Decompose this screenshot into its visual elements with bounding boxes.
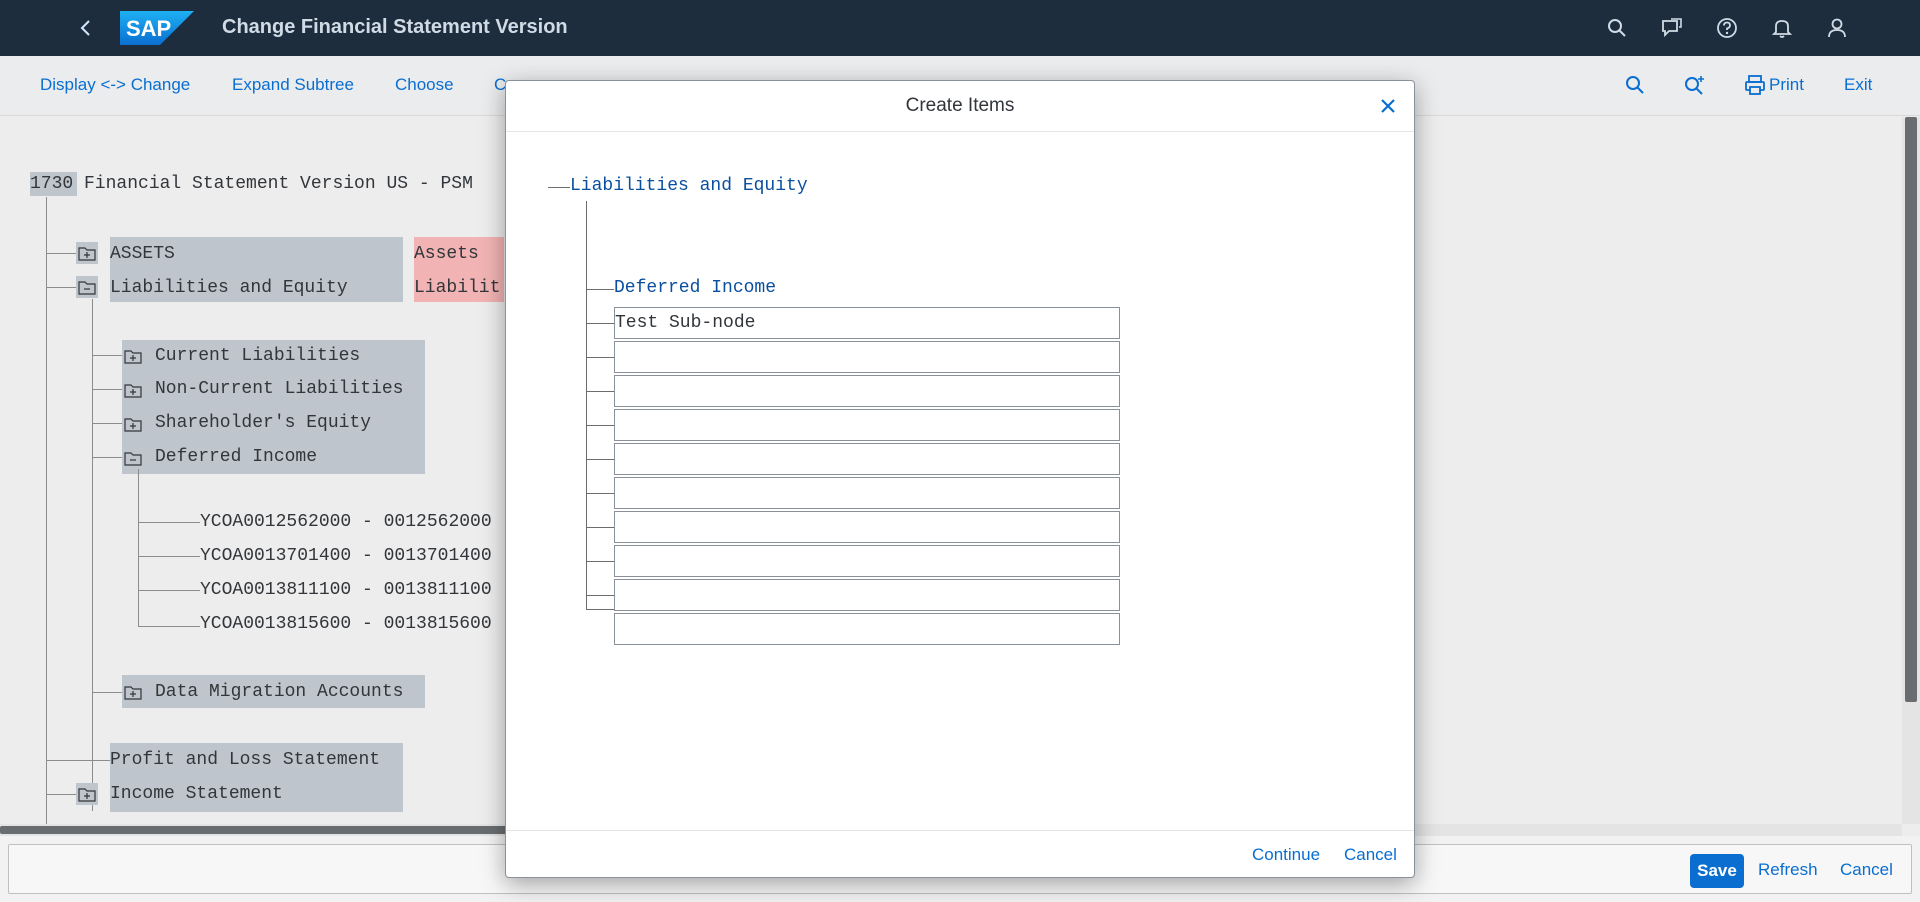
tree-node-assets[interactable]: ASSETS (110, 243, 175, 265)
tree-account-item[interactable]: YCOA0013811100 - 0013811100 (200, 579, 492, 601)
tree-connector (138, 522, 200, 523)
tree-account-item[interactable]: YCOA0013701400 - 0013701400 (200, 545, 492, 567)
new-item-input[interactable]: Test Sub-node (614, 307, 1120, 339)
tree-node-assets-desc: Assets (414, 244, 479, 264)
dialog-cancel-button[interactable]: Cancel (1344, 845, 1397, 865)
tree-connector (138, 556, 200, 557)
tree-connector (138, 469, 139, 627)
dialog-title: Create Items (905, 95, 1015, 116)
page-title: Change Financial Statement Version (222, 16, 568, 38)
tree-connector (92, 423, 122, 424)
expand-folder-icon[interactable] (122, 413, 144, 435)
tree-root-node[interactable]: 1730 Financial Statement Version US - PS… (30, 173, 473, 195)
print-button[interactable]: Print (1769, 75, 1804, 95)
create-items-dialog: Create Items Liabilities and Equity Defe… (505, 80, 1415, 878)
tree-connector (92, 389, 122, 390)
tree-connector (586, 289, 614, 290)
tree-node-liabilities-desc: Liabilit (414, 278, 501, 298)
scrollbar-thumb[interactable] (1905, 117, 1917, 702)
tree-connector (586, 527, 614, 528)
tree-account-item[interactable]: YCOA0013815600 - 0013815600 (200, 613, 492, 635)
new-item-input[interactable] (614, 477, 1120, 509)
tree-node-deferred-income[interactable]: Deferred Income (155, 446, 317, 468)
save-button[interactable]: Save (1690, 854, 1744, 888)
footer-cancel-button[interactable]: Cancel (1840, 860, 1893, 880)
tree-connector (92, 355, 122, 356)
new-item-input[interactable] (614, 545, 1120, 577)
tree-connector (92, 692, 122, 693)
tree-connector (92, 457, 122, 458)
dialog-footer: Continue Cancel (506, 830, 1414, 878)
choose-button[interactable]: Choose (395, 75, 454, 95)
user-profile-icon[interactable] (1823, 14, 1851, 42)
vertical-scrollbar[interactable] (1902, 117, 1920, 824)
sap-logo[interactable]: SAP (120, 11, 194, 45)
tree-account-item[interactable]: YCOA0012562000 - 0012562000 (200, 511, 492, 533)
tree-connector (46, 760, 110, 761)
new-item-input[interactable] (614, 511, 1120, 543)
tree-connector (586, 425, 614, 426)
dialog-child-node: Deferred Income (614, 278, 777, 298)
tree-node-current-liabilities[interactable]: Current Liabilities (155, 345, 360, 367)
tree-connector (586, 459, 614, 460)
tree-connector (586, 609, 614, 610)
dialog-body: Liabilities and Equity Deferred Income T… (506, 133, 1414, 828)
display-change-button[interactable]: Display <-> Change (40, 75, 190, 95)
tree-connector (46, 253, 76, 254)
new-item-input[interactable] (614, 375, 1120, 407)
dialog-parent-node: Liabilities and Equity (570, 176, 808, 196)
tree-connector (586, 493, 614, 494)
tree-connector (138, 590, 200, 591)
collapse-folder-icon[interactable] (76, 276, 98, 298)
dialog-header: Create Items (506, 81, 1414, 132)
tree-connector (586, 323, 614, 324)
refresh-button[interactable]: Refresh (1758, 860, 1818, 880)
notifications-icon[interactable] (1768, 14, 1796, 42)
tree-connector (92, 299, 93, 811)
expand-folder-icon[interactable] (122, 681, 144, 703)
feedback-icon[interactable] (1658, 14, 1686, 42)
collapse-folder-icon[interactable] (122, 447, 144, 469)
new-item-input[interactable] (614, 579, 1120, 611)
tree-node-shareholders-equity[interactable]: Shareholder's Equity (155, 412, 371, 434)
find-icon[interactable] (1624, 74, 1646, 101)
tree-connector (586, 391, 614, 392)
new-item-input[interactable] (614, 613, 1120, 645)
close-icon[interactable] (1375, 93, 1401, 119)
exit-button[interactable]: Exit (1844, 75, 1872, 95)
tree-connector (46, 197, 47, 824)
help-icon[interactable] (1713, 14, 1741, 42)
expand-subtree-button[interactable]: Expand Subtree (232, 75, 354, 95)
expand-folder-icon[interactable] (122, 379, 144, 401)
tree-connector (46, 794, 76, 795)
tree-connector (138, 626, 200, 627)
shell-bar: SAP Change Financial Statement Version (0, 0, 1920, 56)
find-next-icon[interactable] (1683, 74, 1707, 101)
tree-node-profit-loss[interactable]: Profit and Loss Statement (110, 749, 380, 771)
expand-folder-icon[interactable] (76, 242, 98, 264)
tree-node-income-statement[interactable]: Income Statement (110, 783, 283, 805)
new-item-input[interactable] (614, 341, 1120, 373)
print-icon[interactable] (1744, 74, 1766, 101)
tree-connector (548, 187, 570, 188)
tree-connector (586, 595, 614, 596)
logo-text: SAP (126, 16, 171, 41)
tree-node-noncurrent-liabilities[interactable]: Non-Current Liabilities (155, 378, 403, 400)
continue-button[interactable]: Continue (1252, 845, 1320, 865)
tree-connector (586, 357, 614, 358)
tree-connector (586, 561, 614, 562)
expand-folder-icon[interactable] (76, 783, 98, 805)
back-icon[interactable] (72, 14, 100, 42)
tree-node-data-migration[interactable]: Data Migration Accounts (155, 681, 403, 703)
tree-connector (586, 201, 587, 609)
tree-connector (46, 287, 76, 288)
tree-node-liabilities-equity[interactable]: Liabilities and Equity (110, 277, 348, 299)
search-icon[interactable] (1603, 14, 1631, 42)
new-item-input[interactable] (614, 409, 1120, 441)
new-item-input[interactable] (614, 443, 1120, 475)
expand-folder-icon[interactable] (122, 345, 144, 367)
